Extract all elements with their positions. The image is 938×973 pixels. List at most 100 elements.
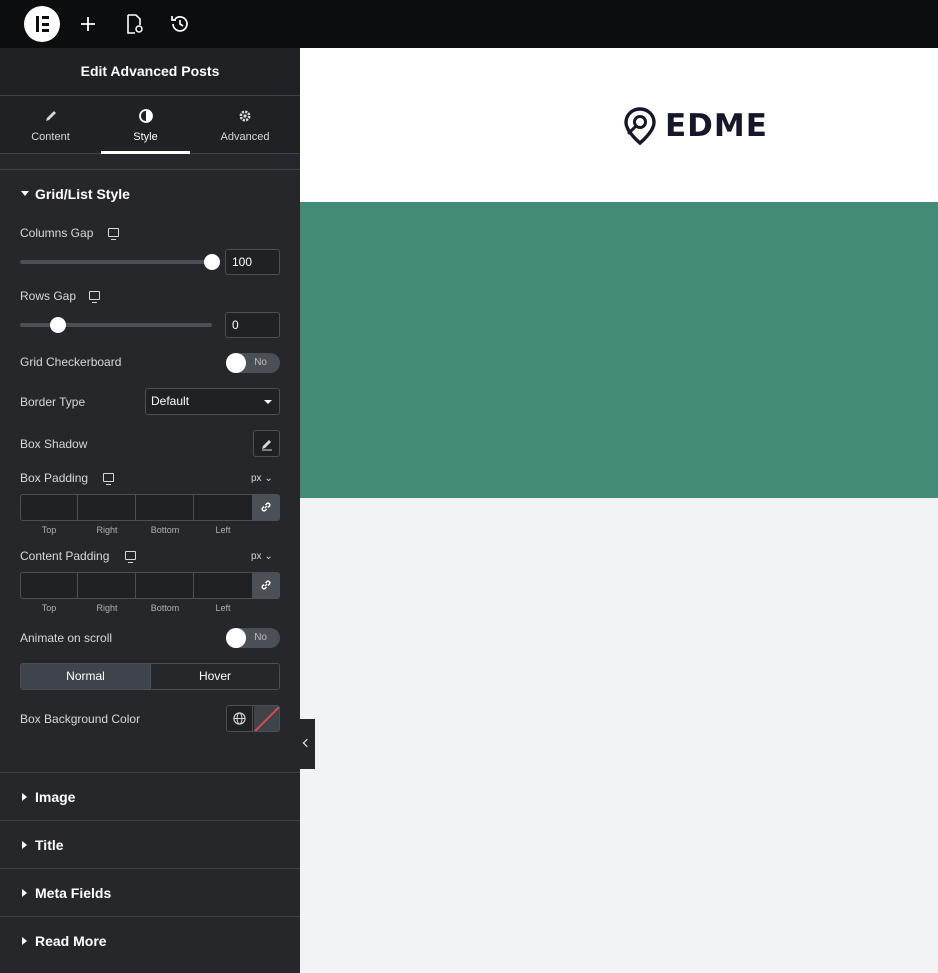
columns-gap-slider-handle[interactable] <box>204 254 220 270</box>
chevron-down-icon: ⌄ <box>264 551 273 562</box>
grid-checkerboard-label: Grid Checkerboard <box>20 355 122 369</box>
pencil-icon <box>262 440 272 451</box>
page-preview: EDME <box>300 48 938 973</box>
box-shadow-edit-button[interactable] <box>253 430 280 457</box>
contrast-icon <box>138 109 153 123</box>
content-padding-unit-select[interactable]: px ⌄ <box>251 551 273 562</box>
dimension-label: Top <box>41 603 57 613</box>
columns-gap-input[interactable]: 100 <box>225 249 280 275</box>
section-title: Title <box>35 837 64 853</box>
tab-normal[interactable]: Normal <box>21 664 150 689</box>
tab-advanced[interactable]: Advanced <box>190 96 300 154</box>
toggle-value: No <box>254 632 267 643</box>
page-settings-icon[interactable] <box>122 12 146 36</box>
caret-down-icon <box>21 191 29 196</box>
section-title: Grid/List Style <box>35 186 130 202</box>
link-values-button[interactable] <box>252 494 280 521</box>
dimension-label: Bottom <box>150 525 180 535</box>
section-title: Meta Fields <box>35 885 112 901</box>
unit-value: px <box>251 551 262 562</box>
chevron-down-icon: ⌄ <box>264 473 273 484</box>
monitor-icon[interactable] <box>89 291 100 303</box>
section-title: Read More <box>35 933 107 949</box>
link-icon <box>261 580 271 590</box>
box-padding-dimensions <box>20 494 280 521</box>
box-background-color-control <box>226 705 280 732</box>
box-padding-top-input[interactable] <box>20 494 78 521</box>
rows-gap-slider[interactable] <box>20 323 212 327</box>
box-padding-unit-select[interactable]: px ⌄ <box>251 473 273 484</box>
content-padding-right-input[interactable] <box>77 572 136 599</box>
box-padding-right-input[interactable] <box>77 494 136 521</box>
chevron-left-icon <box>302 738 312 748</box>
section-image[interactable]: Image <box>0 773 300 821</box>
caret-right-icon <box>22 889 27 897</box>
link-values-button[interactable] <box>252 572 280 599</box>
active-tab-indicator <box>101 151 190 154</box>
rows-gap-input[interactable]: 0 <box>225 312 280 338</box>
collapse-panel-button[interactable] <box>300 719 315 769</box>
grid-checkerboard-toggle[interactable]: No <box>226 353 280 373</box>
tab-hover[interactable]: Hover <box>150 664 279 689</box>
brand-name: EDME <box>665 108 768 144</box>
section-title: Image <box>35 789 76 805</box>
caret-right-icon <box>22 841 27 849</box>
border-type-label: Border Type <box>20 395 86 409</box>
state-tabs: Normal Hover <box>20 663 280 690</box>
columns-gap-slider[interactable] <box>20 260 212 264</box>
border-type-select[interactable]: Default <box>145 388 280 415</box>
section-meta-fields[interactable]: Meta Fields <box>0 869 300 917</box>
editor-panel: Edit Advanced Posts Content Style Advanc… <box>0 48 300 973</box>
content-padding-label: Content Padding <box>20 549 110 563</box>
content-padding-top-input[interactable] <box>20 572 78 599</box>
box-padding-label: Box Padding <box>20 471 89 485</box>
gear-icon <box>239 110 251 122</box>
pencil-icon <box>45 111 56 121</box>
box-background-color-label: Box Background Color <box>20 712 141 726</box>
animate-on-scroll-toggle[interactable]: No <box>226 628 280 648</box>
content-padding-left-input[interactable] <box>193 572 253 599</box>
columns-gap-label: Columns Gap <box>20 226 94 240</box>
border-type-value: Default <box>151 394 190 408</box>
dimension-label: Top <box>41 525 57 535</box>
box-padding-bottom-input[interactable] <box>135 494 194 521</box>
color-picker-swatch[interactable] <box>254 706 279 731</box>
caret-down-icon <box>264 400 272 404</box>
unit-value: px <box>251 473 262 484</box>
monitor-icon[interactable] <box>103 473 114 485</box>
tab-content[interactable]: Content <box>0 96 101 154</box>
box-padding-left-input[interactable] <box>193 494 253 521</box>
hero-section <box>300 202 938 498</box>
toggle-knob <box>226 353 246 373</box>
add-icon[interactable] <box>76 12 100 36</box>
location-pin-icon <box>624 107 656 146</box>
elementor-logo-icon[interactable] <box>24 6 60 42</box>
panel-title: Edit Advanced Posts <box>0 48 300 96</box>
rows-gap-slider-handle[interactable] <box>50 317 67 333</box>
panel-tabs: Content Style Advanced <box>0 96 300 154</box>
dimension-label: Bottom <box>150 603 180 613</box>
caret-right-icon <box>22 793 27 801</box>
dimension-label: Left <box>215 603 231 613</box>
monitor-icon[interactable] <box>125 551 136 563</box>
no-color-indicator <box>254 706 279 731</box>
box-shadow-label: Box Shadow <box>20 437 88 451</box>
global-colors-button[interactable] <box>227 706 253 731</box>
tab-content-label: Content <box>31 131 70 143</box>
content-padding-bottom-input[interactable] <box>135 572 194 599</box>
tab-style-label: Style <box>133 131 158 143</box>
caret-right-icon <box>22 937 27 945</box>
section-grid-list-style[interactable]: Grid/List Style <box>0 170 300 218</box>
section-title-settings[interactable]: Title <box>0 821 300 869</box>
section-read-more[interactable]: Read More <box>0 917 300 965</box>
tab-style[interactable]: Style <box>101 96 190 154</box>
tab-advanced-label: Advanced <box>220 131 270 143</box>
globe-icon <box>233 712 246 725</box>
content-padding-dimensions <box>20 572 280 599</box>
dimension-label: Right <box>96 525 118 535</box>
toggle-value: No <box>254 357 267 368</box>
monitor-icon[interactable] <box>108 228 119 240</box>
toggle-knob <box>226 628 246 648</box>
dimension-label: Left <box>215 525 231 535</box>
history-icon[interactable] <box>168 12 192 36</box>
